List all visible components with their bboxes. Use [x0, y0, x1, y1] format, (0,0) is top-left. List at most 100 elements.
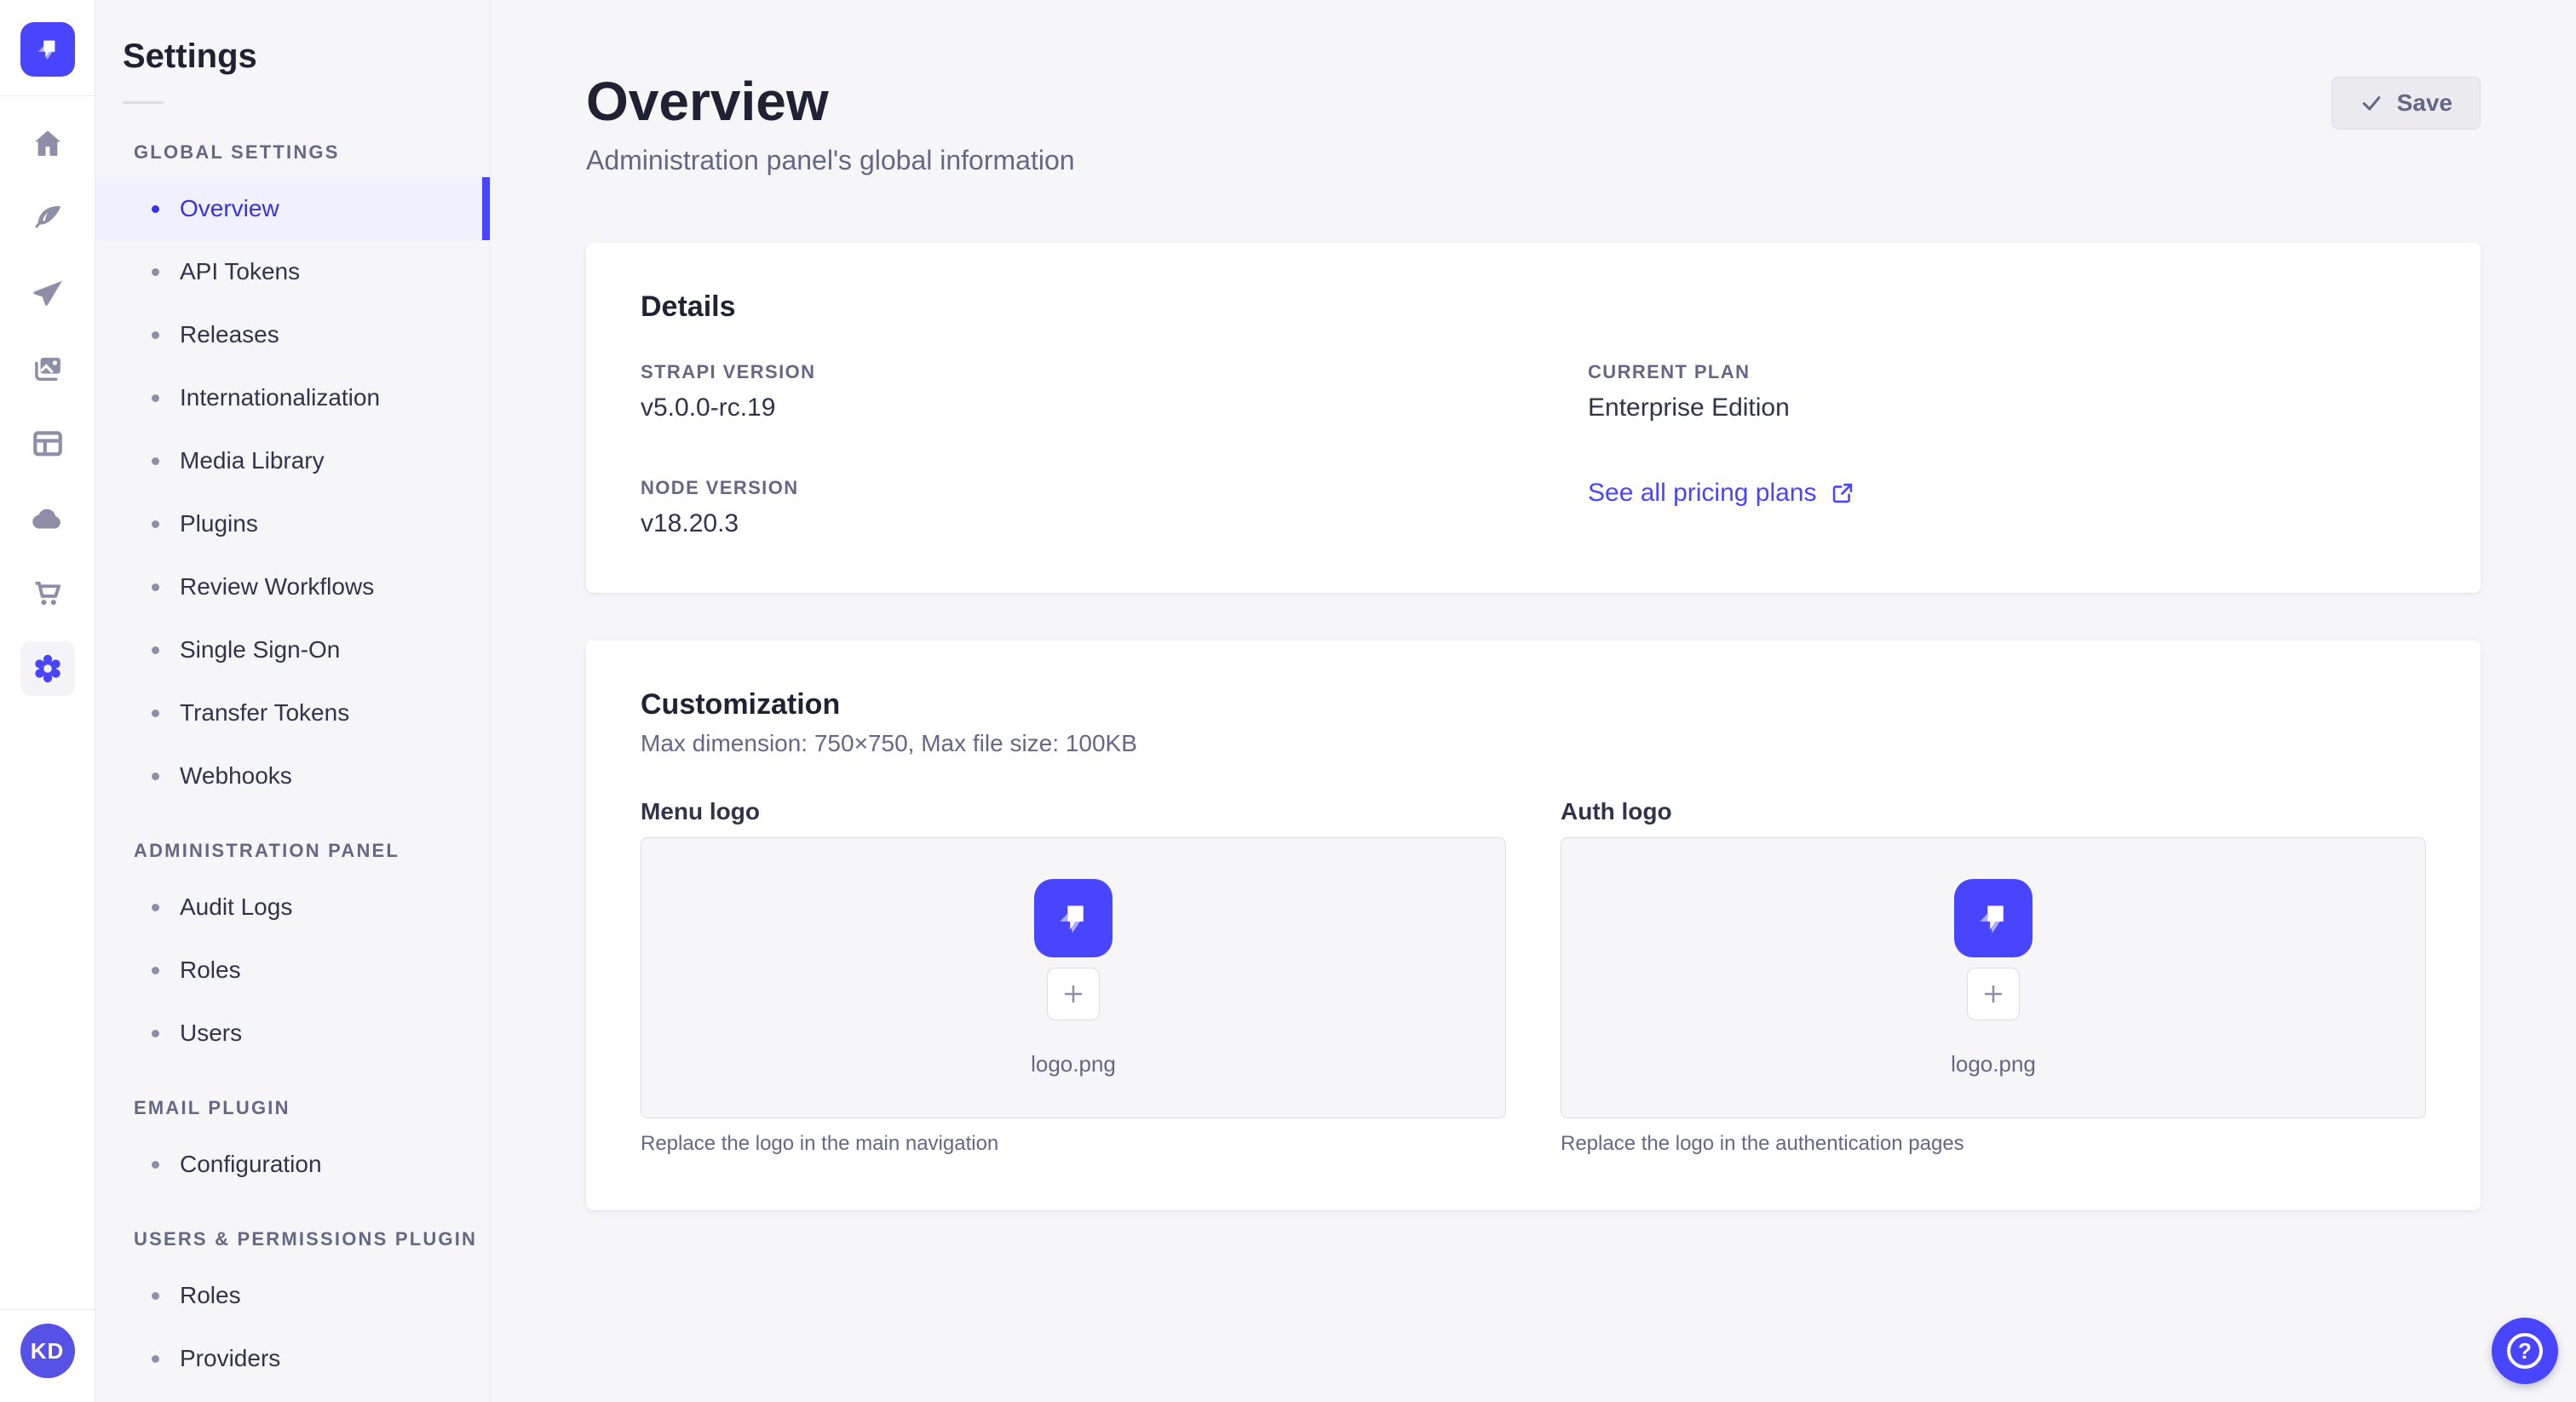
sidebar-item-configuration[interactable]: Configuration — [95, 1133, 490, 1196]
sidebar-item-internationalization[interactable]: Internationalization — [95, 366, 490, 429]
bullet-icon — [152, 457, 159, 465]
sidebar-item-review-workflows[interactable]: Review Workflows — [95, 555, 490, 618]
main-content: Overview Administration panel's global i… — [491, 0, 2576, 1402]
bullet-icon — [152, 267, 159, 276]
gear-icon[interactable] — [20, 641, 75, 696]
pricing-plans-link[interactable]: See all pricing plans — [1588, 479, 1854, 508]
bullet-icon — [152, 1354, 159, 1363]
field-value: Enterprise Edition — [1588, 394, 1790, 422]
field-value: v18.20.3 — [641, 509, 739, 538]
sidebar-item-label: Providers — [180, 1345, 281, 1371]
add-logo-button[interactable] — [1047, 967, 1100, 1020]
sidebar-item-webhooks[interactable]: Webhooks — [95, 744, 490, 807]
main-nav-rail: KD — [0, 0, 95, 1402]
sidebar-item-label: Audit Logs — [180, 893, 293, 920]
sidebar-item-label: API Tokens — [180, 258, 301, 284]
help-button[interactable]: ? — [2492, 1318, 2558, 1384]
sidebar-item-label: Review Workflows — [180, 573, 375, 600]
cloud-icon[interactable] — [20, 491, 75, 546]
current-plan-field: CURRENT PLAN Enterprise Edition — [1588, 361, 2426, 422]
layout-icon[interactable] — [20, 417, 75, 471]
sidebar-item-plugins[interactable]: Plugins — [95, 492, 490, 555]
menu-logo-hint: Replace the logo in the main navigation — [641, 1132, 999, 1156]
paper-plane-icon[interactable] — [20, 267, 75, 321]
logo-filename: logo.png — [1031, 1050, 1116, 1077]
menu-logo-dropzone: logo.png — [641, 837, 1506, 1119]
sidebar-item-media-library[interactable]: Media Library — [95, 429, 490, 492]
settings-subnav: Settings GLOBAL SETTINGS Overview API Toke… — [95, 0, 491, 1402]
menu-logo-field: Menu logo logo.png Replace the logo in t… — [641, 798, 1506, 1156]
home-icon[interactable] — [20, 117, 75, 171]
strapi-logo-preview — [1034, 878, 1113, 957]
sidebar-item-label: Overview — [180, 195, 279, 221]
sidebar-item-label: Media Library — [180, 447, 325, 474]
bullet-icon — [152, 1160, 159, 1169]
bullet-icon — [152, 1029, 159, 1037]
sidebar-item-users[interactable]: Users — [95, 1002, 490, 1065]
nav-section: USERS & PERMISSIONS PLUGIN Roles Providers — [95, 1228, 490, 1390]
sidebar-item-api-tokens[interactable]: API Tokens — [95, 240, 490, 303]
bullet-icon — [152, 772, 159, 780]
bullet-icon — [152, 646, 159, 654]
nav-section: GLOBAL SETTINGS Overview API Tokens Release… — [95, 141, 490, 807]
menu-logo-label: Menu logo — [641, 798, 760, 825]
sidebar-item-label: Roles — [180, 1282, 241, 1308]
checkmark-icon — [2362, 96, 2380, 111]
sidebar-item-audit-logs[interactable]: Audit Logs — [95, 876, 490, 939]
pictures-icon[interactable] — [20, 342, 75, 396]
feather-icon[interactable] — [20, 192, 75, 246]
details-grid: STRAPI VERSION v5.0.0-rc.19 NODE VERSION… — [641, 361, 2426, 538]
rail-bottom: KD — [0, 1309, 95, 1402]
logo-grid: Menu logo logo.png Replace the logo in t… — [641, 798, 2426, 1156]
external-link-icon — [1832, 484, 1852, 503]
sidebar-item-roles[interactable]: Roles — [95, 1264, 490, 1327]
auth-logo-dropzone: logo.png — [1561, 837, 2426, 1119]
pricing-plans-link-label: See all pricing plans — [1588, 479, 1817, 508]
customization-card: Customization Max dimension: 750×750, Ma… — [586, 641, 2481, 1211]
sidebar-item-overview[interactable]: Overview — [95, 177, 490, 240]
strapi-logo-icon[interactable] — [20, 22, 75, 77]
nav-section: ADMINISTRATION PANEL Audit Logs Roles Users — [95, 840, 490, 1065]
bullet-icon — [152, 520, 159, 528]
details-column-right: CURRENT PLAN Enterprise Edition See all … — [1588, 361, 2426, 538]
logo-filename: logo.png — [1951, 1050, 2036, 1077]
sidebar-item-label: Releases — [180, 321, 279, 348]
plus-icon — [1065, 985, 1082, 1003]
save-button-label: Save — [2396, 89, 2452, 116]
avatar[interactable]: KD — [20, 1324, 75, 1378]
sidebar-item-label: Users — [180, 1020, 243, 1046]
sidebar-item-label: Transfer Tokens — [180, 699, 350, 726]
field-value: v5.0.0-rc.19 — [641, 394, 776, 422]
sidebar-item-label: Roles — [180, 957, 241, 983]
nav-section-label: EMAIL PLUGIN — [134, 1097, 290, 1118]
field-label: CURRENT PLAN — [1588, 361, 1751, 383]
sidebar-item-releases[interactable]: Releases — [95, 303, 490, 366]
subnav-title: Settings — [123, 37, 257, 75]
sidebar-item-label: Configuration — [180, 1151, 322, 1177]
save-button[interactable]: Save — [2331, 77, 2481, 129]
bullet-icon — [152, 204, 159, 213]
bullet-icon — [152, 903, 159, 911]
sidebar-item-providers[interactable]: Providers — [95, 1327, 490, 1390]
node-version-field: NODE VERSION v18.20.3 — [641, 477, 1479, 538]
cart-icon[interactable] — [20, 566, 75, 621]
sidebar-item-single-sign-on[interactable]: Single Sign-On — [95, 618, 490, 681]
page-header: Overview Administration panel's global i… — [586, 72, 2481, 176]
sidebar-item-label: Webhooks — [180, 762, 292, 789]
auth-logo-hint: Replace the logo in the authentication p… — [1561, 1132, 1964, 1156]
rail-divider — [0, 95, 95, 96]
add-logo-button[interactable] — [1967, 967, 2020, 1020]
sidebar-item-roles[interactable]: Roles — [95, 939, 490, 1002]
bullet-icon — [152, 709, 159, 717]
strapi-mark — [37, 40, 55, 60]
sidebar-item-label: Plugins — [180, 510, 258, 537]
settings-nav-sections: GLOBAL SETTINGS Overview API Tokens Release… — [95, 141, 490, 1390]
sidebar-item-transfer-tokens[interactable]: Transfer Tokens — [95, 681, 490, 744]
bullet-icon — [152, 966, 159, 974]
nav-section-label: GLOBAL SETTINGS — [134, 141, 340, 163]
sidebar-item-label: Single Sign-On — [180, 636, 341, 663]
nav-section: EMAIL PLUGIN Configuration — [95, 1097, 490, 1196]
bullet-icon — [152, 330, 159, 339]
auth-logo-field: Auth logo logo.png Replace the logo in t… — [1561, 798, 2426, 1156]
auth-logo-label: Auth logo — [1561, 798, 1672, 825]
